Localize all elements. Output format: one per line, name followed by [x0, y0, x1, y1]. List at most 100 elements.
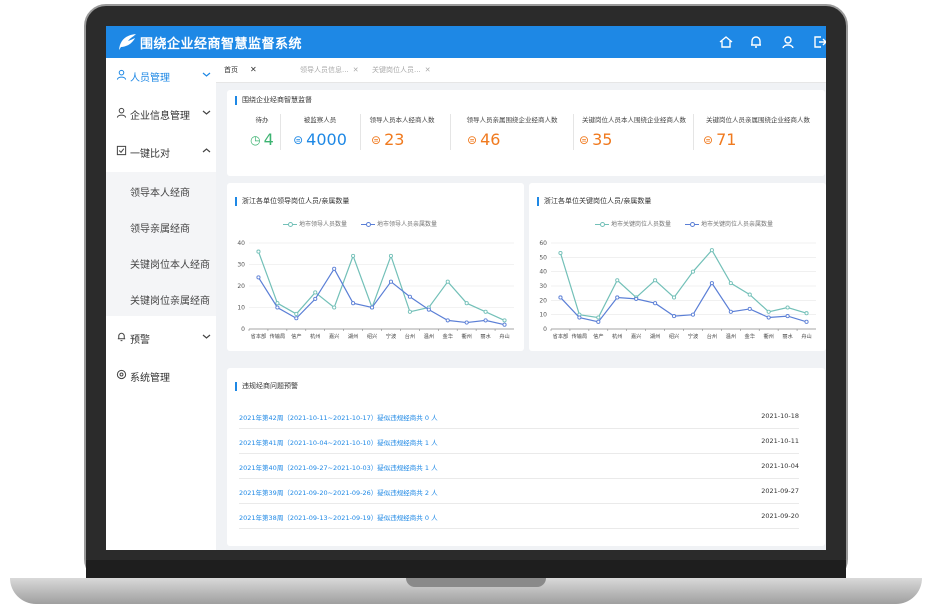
sidebar-item-label: 一键比对 — [130, 149, 170, 160]
y-tick-label: 0 — [543, 326, 547, 333]
logout-icon[interactable] — [812, 34, 826, 50]
alert-row[interactable]: 2021年第40周（2021-09-27~2021-10-03）疑似违规经商共 … — [239, 454, 799, 479]
alert-link[interactable]: 2021年第41周（2021-10-04~2021-10-10）疑似违规经商共 … — [239, 437, 438, 447]
close-icon[interactable]: ✕ — [250, 65, 257, 74]
alert-row[interactable]: 2021年第42周（2021-10-11~2021-10-17）疑似违规经商共 … — [239, 404, 799, 429]
alert-row[interactable]: 2021年第41周（2021-10-04~2021-10-10）疑似违规经商共 … — [239, 429, 799, 454]
sidebar-item-system[interactable]: 系统管理 — [106, 358, 216, 392]
tab-bar: 首页 ✕ 领导人员信息... ✕ 关键岗位人员... ✕ — [216, 58, 826, 83]
data-point — [351, 301, 356, 306]
home-icon[interactable] — [718, 34, 734, 50]
series-line — [559, 249, 807, 319]
alert-date: 2021-10-18 — [761, 412, 799, 420]
data-point — [785, 314, 790, 319]
sidebar: 人员管理 企业信息管理 一键比对 领导本人经商 领导亲属经商 关键岗位本人经商 … — [106, 58, 216, 550]
data-point — [464, 301, 469, 306]
alert-date: 2021-09-27 — [761, 487, 799, 495]
stat-label: 领导人员亲属围绕企业经商人数 — [466, 116, 558, 124]
data-point — [388, 279, 394, 284]
x-tick-label: 杭州 — [310, 332, 320, 340]
tab-label: 领导人员信息... — [300, 66, 349, 74]
alerts-card: 违规经商问题预警 2021年第42周（2021-10-11~2021-10-17… — [227, 368, 825, 546]
summary-card: 围绕企业经商智慧监督 待办 ◷ 4 被监察人员 ⊜ 4000 领导人员本人经商人数 … — [227, 90, 825, 176]
sidebar-subitem-leader-self[interactable]: 领导本人经商 — [106, 172, 216, 208]
stat-leader-self[interactable]: 领导人员本人经商人数 ⊜ 23 — [347, 114, 457, 160]
tab-leader-info[interactable]: 领导人员信息... ✕ — [300, 65, 359, 75]
data-point — [690, 269, 696, 274]
stat-label: 关键岗位人员亲属围绕企业经商人数 — [706, 116, 810, 124]
x-tick-label: 信产 — [291, 332, 301, 340]
sidebar-item-warning[interactable]: 预警 — [106, 320, 216, 354]
alert-link[interactable]: 2021年第39周（2021-09-20~2021-09-26）疑似违规经商共 … — [239, 487, 438, 497]
sidebar-subitem-leader-relatives[interactable]: 领导亲属经商 — [106, 208, 216, 244]
person-icon — [116, 69, 127, 80]
series-line — [257, 267, 505, 326]
user-circle-icon: ⊜ — [703, 133, 714, 147]
data-point — [294, 316, 299, 321]
tab-label: 关键岗位人员... — [372, 66, 421, 74]
divider — [573, 114, 574, 150]
app-screen: 围绕企业经商智慧监督系统 人员管理 企业信息管理 一键比对 领导本人经商 领导亲… — [106, 26, 826, 550]
stat-key-post-self[interactable]: 关键岗位人员本人围绕企业经商人数 ⊜ 35 — [579, 114, 689, 160]
y-tick-label: 50 — [539, 254, 547, 261]
data-point — [351, 253, 356, 258]
close-icon[interactable]: ✕ — [353, 66, 359, 74]
tab-home[interactable]: 首页 ✕ — [224, 65, 257, 75]
alert-link[interactable]: 2021年第40周（2021-09-27~2021-10-03）疑似违规经商共 … — [239, 462, 438, 472]
data-point — [369, 305, 375, 310]
sidebar-subitem-key-post-self[interactable]: 关键岗位本人经商 — [106, 244, 216, 280]
alert-link[interactable]: 2021年第38周（2021-09-13~2021-09-19）疑似违规经商共 … — [239, 512, 438, 522]
sidebar-subitem-label: 关键岗位本人经商 — [130, 260, 210, 271]
sidebar-item-label: 企业信息管理 — [130, 111, 190, 122]
leader-line-chart: 0 10 20 30 40 省本部 传输局 信产 杭州 嘉兴 湖州 绍兴 宁波 台州 温州 金华 衢州 丽水 舟山 — [237, 240, 514, 340]
stat-leader-relatives[interactable]: 领导人员亲属围绕企业经商人数 ⊜ 46 — [457, 114, 567, 160]
stat-key-post-relatives[interactable]: 关键岗位人员亲属围绕企业经商人数 ⊜ 71 — [703, 114, 813, 160]
user-icon[interactable] — [780, 34, 796, 50]
x-tick-label: 湖州 — [650, 332, 660, 340]
alert-link[interactable]: 2021年第42周（2021-10-11~2021-10-17）疑似违规经商共 … — [239, 412, 438, 422]
data-point — [294, 311, 299, 316]
x-tick-label: 杭州 — [612, 332, 622, 340]
tab-key-post-info[interactable]: 关键岗位人员... ✕ — [372, 65, 431, 75]
data-point — [275, 305, 280, 310]
sidebar-item-personnel[interactable]: 人员管理 — [106, 58, 216, 92]
y-tick-label: 20 — [539, 297, 547, 304]
sidebar-subitem-key-post-relatives[interactable]: 关键岗位亲属经商 — [106, 280, 216, 316]
sidebar-subitem-label: 领导亲属经商 — [130, 224, 190, 235]
user-circle-icon: ⊜ — [293, 133, 304, 147]
alert-row[interactable]: 2021年第39周（2021-09-20~2021-09-26）疑似违规经商共 … — [239, 479, 799, 504]
sidebar-item-enterprise[interactable]: 企业信息管理 — [106, 96, 216, 130]
alert-row[interactable]: 2021年第38周（2021-09-13~2021-09-19）疑似违规经商共 … — [239, 504, 799, 529]
x-tick-label: 宁波 — [688, 332, 699, 340]
stat-value: 71 — [716, 130, 737, 149]
x-tick-label: 省本部 — [251, 332, 267, 340]
stat-value: 23 — [384, 130, 405, 149]
x-tick-label: 衢州 — [763, 332, 773, 340]
data-point — [502, 322, 507, 327]
bell-icon — [117, 332, 126, 342]
y-tick-label: 30 — [237, 262, 245, 269]
data-point — [709, 248, 714, 253]
data-point — [690, 312, 696, 317]
x-tick-label: 绍兴 — [669, 332, 679, 340]
x-tick-label: 丽水 — [782, 332, 793, 340]
x-tick-label: 绍兴 — [367, 332, 377, 340]
top-bar: 围绕企业经商智慧监督系统 — [106, 26, 826, 58]
leaf-logo-icon — [119, 34, 136, 50]
bell-icon[interactable] — [748, 34, 764, 50]
laptop-chin — [86, 560, 846, 578]
x-tick-label: 温州 — [726, 332, 736, 340]
data-point — [558, 295, 563, 300]
sidebar-item-compare[interactable]: 一键比对 — [106, 134, 216, 168]
stats-row: 待办 ◷ 4 被监察人员 ⊜ 4000 领导人员本人经商人数 ⊜ 23 领导人员亲属围… — [227, 98, 825, 168]
data-point — [596, 319, 601, 324]
x-tick-label: 金华 — [745, 332, 755, 340]
close-icon[interactable]: ✕ — [425, 66, 431, 74]
data-point — [332, 305, 337, 310]
stat-value-group: ⊜ 35 — [579, 130, 689, 149]
data-point — [766, 309, 771, 314]
divider — [450, 114, 451, 150]
stat-value: 46 — [480, 130, 501, 149]
stat-value-group: ⊜ 71 — [703, 130, 813, 149]
data-point — [709, 281, 714, 286]
